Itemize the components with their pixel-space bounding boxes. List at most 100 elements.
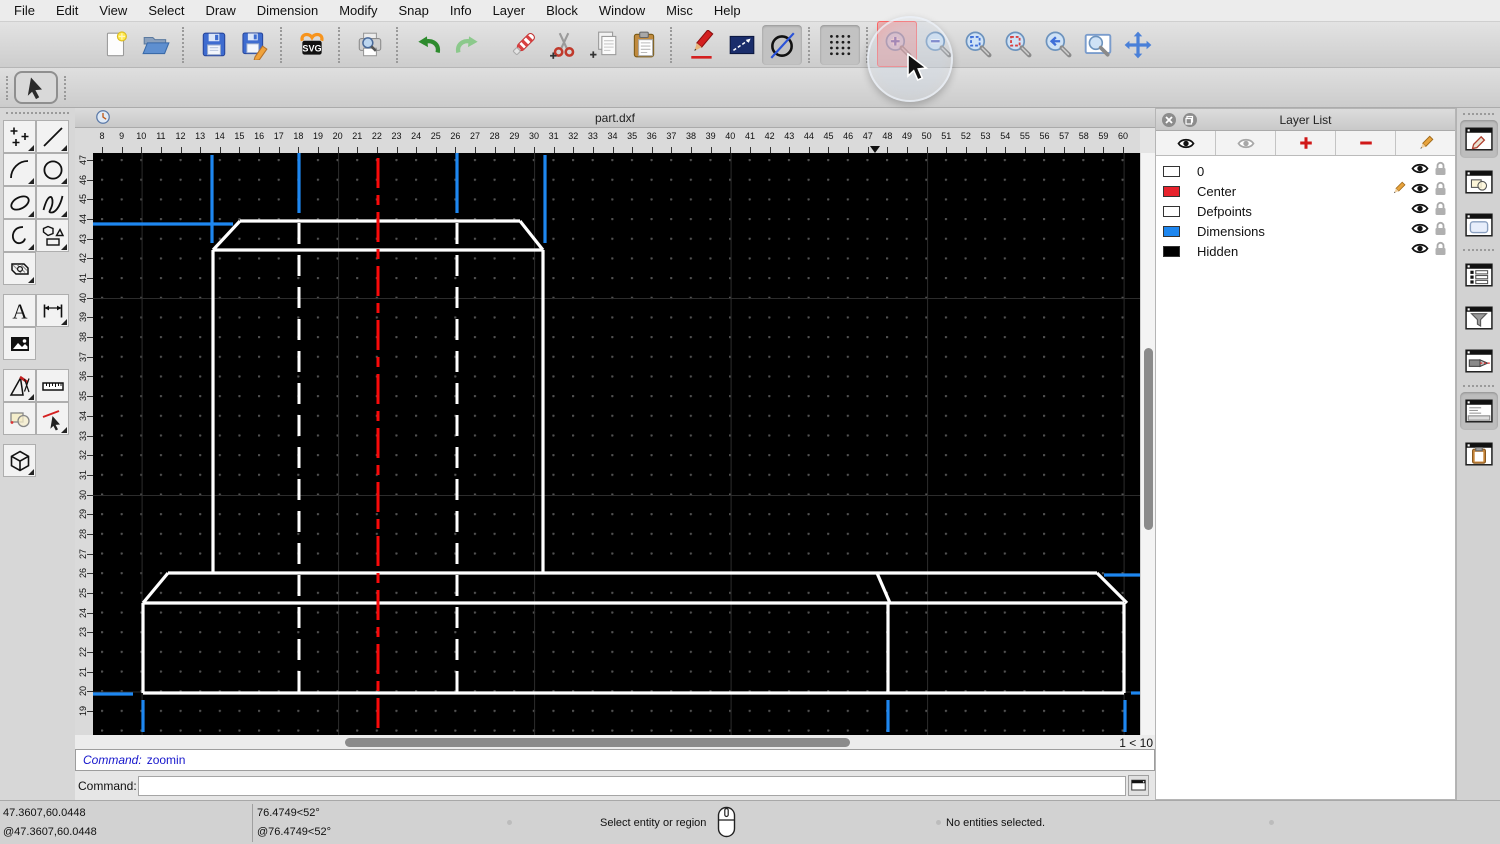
undo-button[interactable]	[408, 25, 448, 65]
cube-tool-button[interactable]	[3, 444, 36, 477]
pen-button[interactable]	[682, 25, 722, 65]
menu-draw[interactable]: Draw	[205, 3, 235, 18]
arc-tool-button[interactable]	[3, 153, 36, 186]
cut-button[interactable]	[544, 25, 584, 65]
outline-line[interactable]	[877, 573, 890, 603]
layer-row-dimensions[interactable]: Dimensions	[1156, 221, 1455, 241]
print-preview-button[interactable]	[350, 25, 390, 65]
svg-export-button[interactable]: SVG	[292, 25, 332, 65]
layer-lock-icon[interactable]	[1434, 161, 1447, 181]
save-button[interactable]	[194, 25, 234, 65]
layer-lock-icon[interactable]	[1434, 241, 1447, 261]
menu-file[interactable]: File	[14, 3, 35, 18]
toolbar-handle[interactable]	[6, 76, 8, 100]
draft-tool-button[interactable]	[3, 369, 36, 402]
measure-tool-button[interactable]	[36, 369, 69, 402]
circle-tool-button[interactable]	[36, 153, 69, 186]
layer-row-0[interactable]: 0	[1156, 161, 1455, 181]
layer-row-defpoints[interactable]: Defpoints	[1156, 201, 1455, 221]
edit-layer-button[interactable]	[1396, 131, 1455, 155]
polygon-tool-button[interactable]	[36, 219, 69, 252]
line-tool-button[interactable]	[36, 120, 69, 153]
zoom-out-button[interactable]	[918, 25, 958, 65]
text-tool-button[interactable]: A	[3, 294, 36, 327]
command-input[interactable]	[138, 776, 1126, 796]
layer-visibility-icon[interactable]	[1411, 181, 1429, 201]
layer-visibility-icon[interactable]	[1411, 221, 1429, 241]
layer-visibility-icon[interactable]	[1411, 201, 1429, 221]
auto-zoom-button[interactable]	[958, 25, 998, 65]
dock-pen-wizard-button[interactable]	[1460, 342, 1498, 380]
open-button[interactable]	[136, 25, 176, 65]
dimension-tool-button[interactable]	[36, 294, 69, 327]
dock-pen-palette-button[interactable]	[1460, 120, 1498, 158]
menu-edit[interactable]: Edit	[56, 3, 78, 18]
spline-tool-button[interactable]	[36, 186, 69, 219]
menu-block[interactable]: Block	[546, 3, 578, 18]
delete-button[interactable]	[504, 25, 544, 65]
zoom-previous-button[interactable]	[998, 25, 1038, 65]
layer-lock-icon[interactable]	[1434, 181, 1447, 201]
menu-snap[interactable]: Snap	[399, 3, 429, 18]
toolbar-handle[interactable]	[64, 76, 66, 100]
line-attributes-button[interactable]	[722, 25, 762, 65]
view-previous-button[interactable]	[1038, 25, 1078, 65]
menu-help[interactable]: Help	[714, 3, 741, 18]
command-window-toggle-button[interactable]	[1128, 775, 1149, 796]
show-all-layers-button[interactable]	[1156, 131, 1216, 155]
hide-inactive-layers-button[interactable]	[1216, 131, 1276, 155]
zoom-pan-button[interactable]	[1118, 25, 1158, 65]
hatch-tool-button[interactable]	[3, 252, 36, 285]
menu-view[interactable]: View	[99, 3, 127, 18]
menu-select[interactable]: Select	[148, 3, 184, 18]
drawing-window-titlebar[interactable]: part.dxf	[75, 108, 1155, 128]
layer-lock-icon[interactable]	[1434, 201, 1447, 221]
dock-layer-list-button[interactable]	[1460, 256, 1498, 294]
add-layer-button[interactable]	[1276, 131, 1336, 155]
dock-library-browser-button[interactable]	[1460, 206, 1498, 244]
layer-visibility-icon[interactable]	[1411, 241, 1429, 261]
block-tool-button[interactable]	[3, 402, 36, 435]
vertical-scrollbar[interactable]	[1140, 153, 1155, 735]
dock-clipboard-button[interactable]	[1460, 435, 1498, 473]
image-tool-button[interactable]	[3, 327, 36, 360]
outline-line[interactable]	[143, 573, 168, 603]
ellipse-tool-button[interactable]	[3, 186, 36, 219]
new-button[interactable]	[96, 25, 136, 65]
select-line-tool-button[interactable]	[36, 402, 69, 435]
palette-handle[interactable]	[6, 112, 69, 114]
dock-handle[interactable]	[1463, 113, 1494, 115]
layer-visibility-icon[interactable]	[1411, 161, 1429, 181]
outline-line[interactable]	[1097, 573, 1127, 603]
paste-button[interactable]	[624, 25, 664, 65]
zoom-in-button[interactable]	[878, 25, 918, 65]
menu-modify[interactable]: Modify	[339, 3, 377, 18]
redo-button[interactable]	[448, 25, 488, 65]
copy-button[interactable]	[584, 25, 624, 65]
select-tool-button[interactable]	[14, 71, 58, 104]
layer-row-hidden[interactable]: Hidden	[1156, 241, 1455, 261]
horizontal-scrollbar[interactable]: 1 < 10	[75, 735, 1155, 749]
menu-dimension[interactable]: Dimension	[257, 3, 318, 18]
zoom-window-button[interactable]	[1078, 25, 1118, 65]
menu-window[interactable]: Window	[599, 3, 645, 18]
remove-layer-button[interactable]	[1336, 131, 1396, 155]
grid-button[interactable]	[820, 25, 860, 65]
dock-block-list-button[interactable]	[1460, 163, 1498, 201]
hruler-label: 35	[627, 131, 637, 141]
vertical-scrollbar-thumb[interactable]	[1144, 348, 1153, 530]
layer-lock-icon[interactable]	[1434, 221, 1447, 241]
dock-command-line-button[interactable]	[1460, 392, 1498, 430]
save-as-button[interactable]	[234, 25, 274, 65]
draft-mode-button[interactable]	[762, 25, 802, 65]
menu-layer[interactable]: Layer	[493, 3, 526, 18]
polyline-tool-button[interactable]	[3, 219, 36, 252]
drawing-canvas[interactable]	[93, 153, 1140, 735]
dock-entity-filter-button[interactable]	[1460, 299, 1498, 337]
horizontal-scrollbar-thumb[interactable]	[345, 738, 850, 747]
layer-row-center[interactable]: Center	[1156, 181, 1455, 201]
outline-line[interactable]	[520, 221, 543, 250]
menu-misc[interactable]: Misc	[666, 3, 693, 18]
point-tool-button[interactable]	[3, 120, 36, 153]
menu-info[interactable]: Info	[450, 3, 472, 18]
